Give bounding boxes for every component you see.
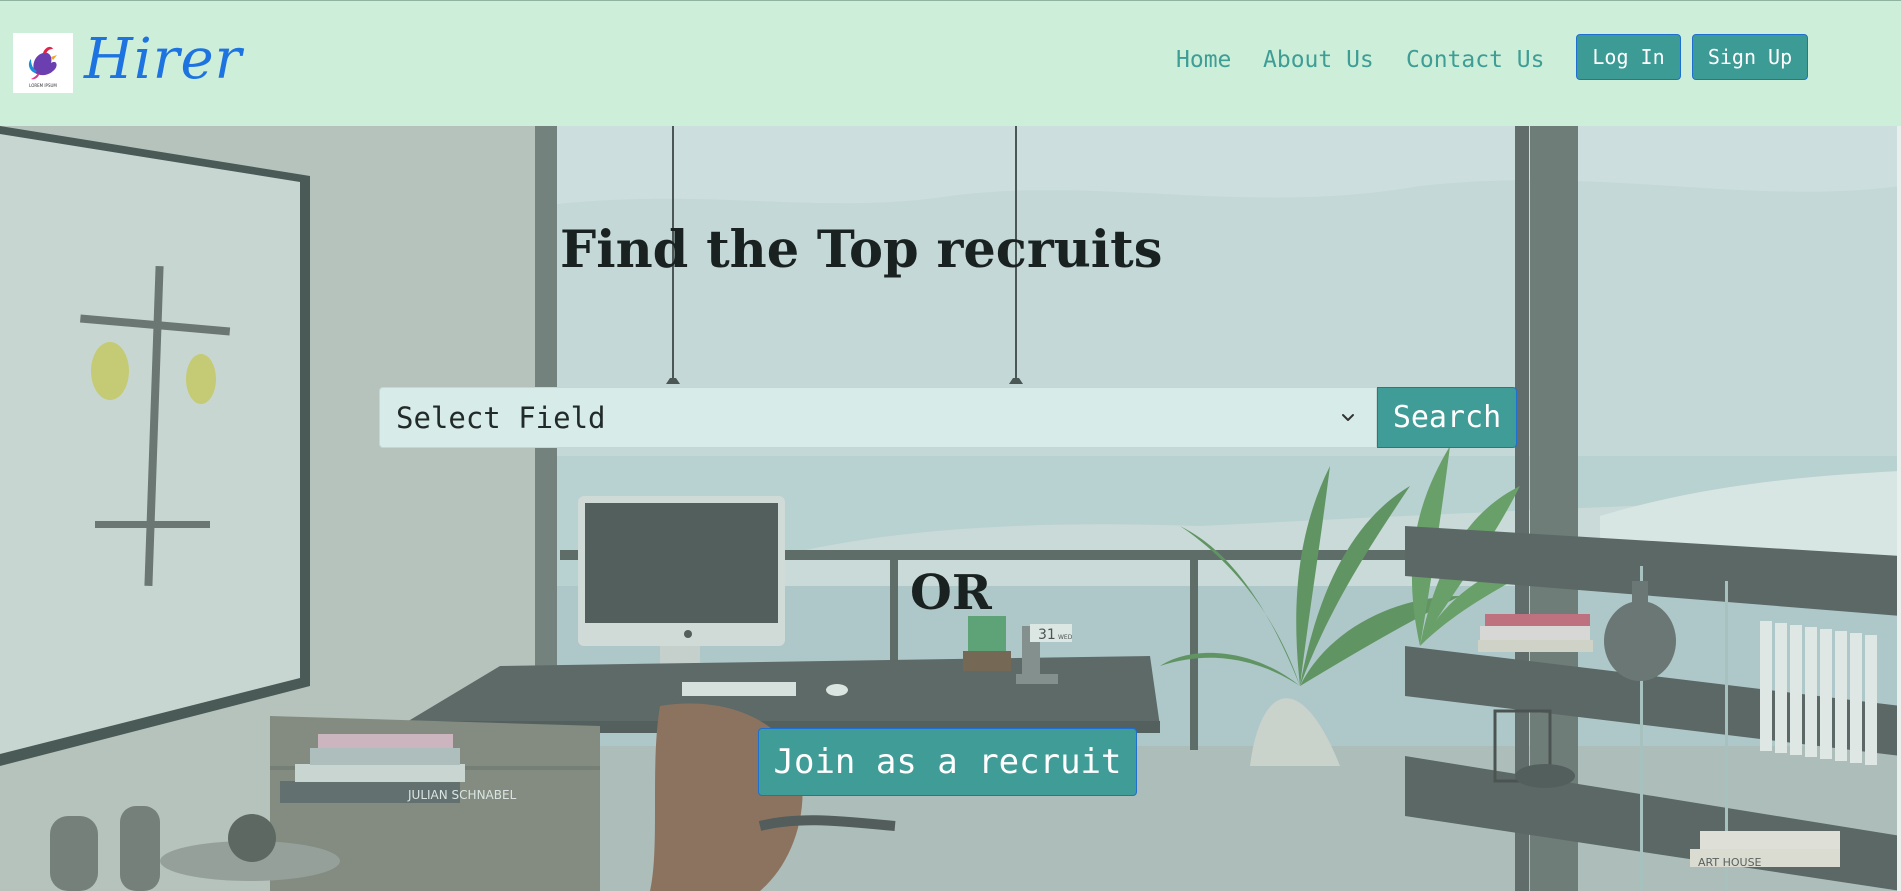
rooster-logo-icon: LOREM IPSUM bbox=[28, 46, 57, 88]
logo-caption: LOREM IPSUM bbox=[29, 83, 57, 88]
navbar: LOREM IPSUM Hirer Home About Us Contact … bbox=[0, 0, 1901, 126]
nav-link-about-us[interactable]: About Us bbox=[1263, 45, 1374, 75]
field-select[interactable]: Select Field bbox=[379, 387, 1377, 448]
scrollbar[interactable] bbox=[1897, 126, 1901, 891]
search-button[interactable]: Search bbox=[1377, 387, 1517, 448]
brand-name[interactable]: Hirer bbox=[84, 25, 242, 95]
field-select-value: Select Field bbox=[396, 401, 606, 435]
join-as-recruit-button[interactable]: Join as a recruit bbox=[758, 728, 1137, 796]
or-divider-text: OR bbox=[910, 565, 992, 621]
chevron-down-icon bbox=[1342, 414, 1354, 421]
search-bar: Select Field Search bbox=[379, 387, 1517, 448]
login-button[interactable]: Log In bbox=[1576, 34, 1681, 80]
nav-link-home[interactable]: Home bbox=[1176, 45, 1231, 75]
landing-page: LOREM IPSUM Hirer Home About Us Contact … bbox=[0, 0, 1901, 891]
hero-title: Find the Top recruits bbox=[560, 220, 1163, 280]
logo[interactable]: LOREM IPSUM bbox=[13, 33, 73, 93]
nav-link-contact-us[interactable]: Contact Us bbox=[1406, 45, 1544, 75]
signup-button[interactable]: Sign Up bbox=[1692, 34, 1808, 80]
